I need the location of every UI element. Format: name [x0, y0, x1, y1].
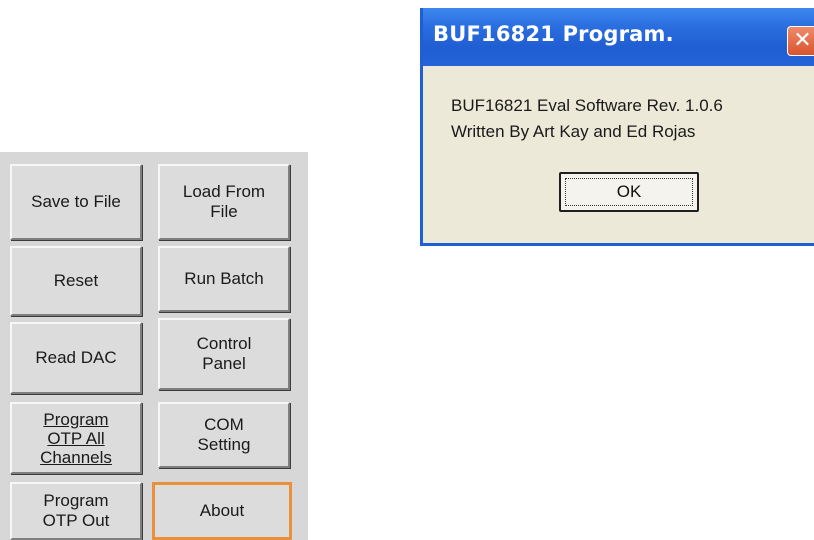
read-dac-label: Read DAC [35, 348, 117, 367]
save-to-file-label: Save to File [31, 192, 121, 211]
program-otp-out-button[interactable]: Program OTP Out [10, 482, 142, 540]
save-to-file-button[interactable]: Save to File [10, 164, 142, 240]
dialog-message-version: BUF16821 Eval Software Rev. 1.0.6 [451, 96, 723, 115]
button-panel: Save to File Load From File Reset Run Ba… [0, 152, 308, 540]
page: Save to File Load From File Reset Run Ba… [0, 0, 814, 540]
program-otp-all-channels-label: Program OTP All Channels [40, 409, 112, 467]
ok-button[interactable]: OK [559, 172, 699, 212]
close-icon[interactable]: ✕ [787, 26, 814, 56]
reset-label: Reset [53, 271, 99, 290]
run-batch-label: Run Batch [184, 269, 264, 288]
com-setting-button[interactable]: COM Setting [158, 402, 290, 468]
com-setting-label: COM Setting [197, 415, 251, 454]
load-from-file-label: Load From File [182, 182, 266, 221]
control-panel-button[interactable]: Control Panel [158, 318, 290, 390]
program-otp-out-label: Program OTP Out [42, 491, 110, 530]
control-panel-label: Control Panel [196, 334, 252, 373]
program-otp-all-channels-button[interactable]: Program OTP All Channels [10, 402, 142, 474]
dialog-title: BUF16821 Program. [433, 22, 674, 46]
dialog-titlebar[interactable]: BUF16821 Program. ✕ [423, 8, 814, 66]
read-dac-button[interactable]: Read DAC [10, 322, 142, 394]
reset-button[interactable]: Reset [10, 246, 142, 316]
about-label: About [199, 501, 245, 520]
about-dialog: BUF16821 Program. ✕ BUF16821 Eval Softwa… [420, 8, 814, 246]
about-button[interactable]: About [152, 482, 292, 540]
run-batch-button[interactable]: Run Batch [158, 246, 290, 312]
dialog-message-authors: Written By Art Kay and Ed Rojas [451, 122, 696, 141]
ok-button-label: OK [565, 178, 693, 206]
load-from-file-button[interactable]: Load From File [158, 164, 290, 240]
